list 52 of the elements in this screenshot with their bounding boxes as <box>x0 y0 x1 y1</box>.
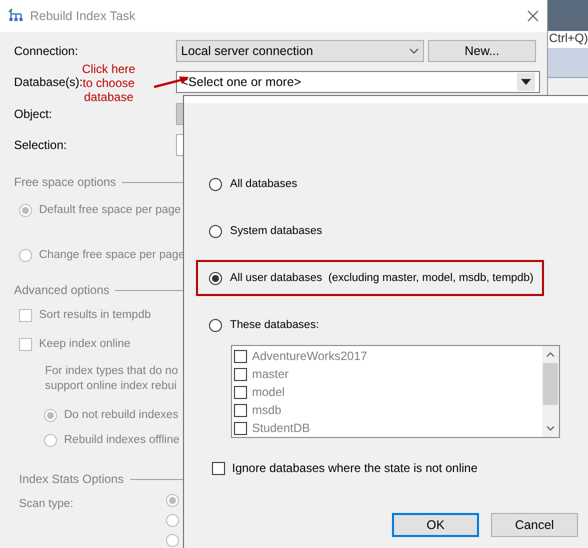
toolbar-band <box>548 48 588 78</box>
radio-button[interactable] <box>44 408 57 422</box>
radio-button[interactable] <box>19 204 32 216</box>
field-label: Database(s): <box>14 75 83 89</box>
hierarchy-icon <box>8 8 24 24</box>
radio-button[interactable] <box>209 272 222 284</box>
dropdown-arrow-icon <box>521 79 531 85</box>
new-button[interactable]: New... <box>428 40 536 62</box>
radio-button[interactable] <box>166 534 179 547</box>
database-name: model <box>252 385 285 399</box>
checkbox[interactable] <box>19 308 32 322</box>
field-label: Object: <box>14 107 52 121</box>
window-title: Rebuild Index Task <box>30 9 136 23</box>
database-name: master <box>252 367 289 381</box>
scroll-up-icon[interactable] <box>546 352 555 357</box>
scroll-down-icon[interactable] <box>546 426 555 431</box>
radio-button[interactable] <box>44 434 57 446</box>
annotation-note: Click here to choose database <box>82 62 136 104</box>
database-name: AdventureWorks2017 <box>252 349 368 363</box>
option-label: Ignore databases where the state is not online <box>232 461 478 475</box>
dialog-button[interactable]: OK <box>392 513 479 537</box>
option-label: Default free space per page <box>39 204 181 216</box>
option-label: All databases <box>230 178 298 190</box>
option-label: Do not rebuild indexes <box>64 409 178 421</box>
close-icon[interactable] <box>527 10 539 22</box>
option-label: Rebuild indexes offline <box>64 434 180 446</box>
option-label: Change free space per page <box>39 249 185 261</box>
scrollbar-thumb[interactable] <box>543 363 558 405</box>
field-label: Selection: <box>14 138 67 152</box>
option-label: System databases <box>230 225 322 237</box>
note-text: support online index rebui <box>45 379 177 394</box>
option-label: Sort results in tempdb <box>39 309 151 321</box>
database-name: StudentDB <box>252 421 310 435</box>
option-label: These databases: <box>230 319 319 331</box>
search-hint: Ctrl+Q) <box>548 31 588 48</box>
scan-type-label: Scan type: <box>19 498 74 512</box>
option-label: All user databases (excluding master, model, msdb, tempdb) <box>230 272 534 284</box>
database-name: msdb <box>252 403 282 417</box>
option-label: Keep index online <box>39 338 130 350</box>
radio-button[interactable] <box>209 178 222 190</box>
radio-button[interactable] <box>209 224 222 238</box>
dialog-button[interactable]: Cancel <box>491 513 578 537</box>
chevron-down-icon <box>409 48 419 54</box>
checkbox[interactable] <box>19 338 32 350</box>
radio-button[interactable] <box>166 514 179 527</box>
radio-button[interactable] <box>19 248 32 262</box>
radio-button[interactable] <box>166 494 179 507</box>
note-text: For index types that do no <box>45 364 178 379</box>
radio-button[interactable] <box>209 318 222 332</box>
connection-dropdown[interactable]: Local server connection <box>176 40 424 62</box>
field-label: Connection: <box>14 44 78 58</box>
checkbox[interactable] <box>212 462 225 474</box>
